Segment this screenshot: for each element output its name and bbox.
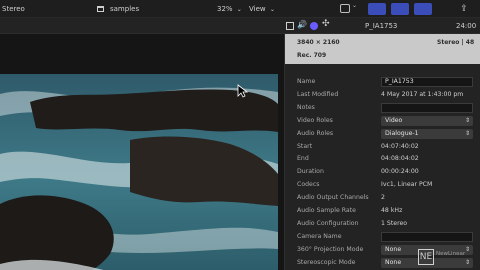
inspector-row-value: 04:07:40:02	[381, 142, 419, 150]
inspector-row: Audio Sample Rate 48 kHz	[285, 205, 480, 217]
inspector-row-label: 360° Projection Mode	[297, 245, 364, 253]
inspector-field-value: P_IA1753	[385, 78, 414, 85]
inspector-row-value: 4 May 2017 at 1:43:00 pm	[381, 90, 464, 98]
inspector-row-value: 00:00:24:00	[381, 168, 419, 176]
top-bar: Stereo samples 32% ⌄ View ⌄ ⌄ ⇪	[0, 0, 480, 18]
inspector-row: Duration 00:00:24:00	[285, 166, 480, 178]
inspector-row: Audio Configuration 1 Stereo	[285, 218, 480, 230]
inspector-row-label: Stereoscopic Mode	[297, 258, 356, 266]
audio-format: Stereo | 48	[437, 39, 475, 46]
viewer[interactable]	[0, 34, 284, 270]
inspector-row-label: Name	[297, 78, 316, 85]
inspector-row: Last Modified 4 May 2017 at 1:43:00 pm	[285, 89, 480, 101]
inspector-popup-value: None	[385, 245, 402, 253]
share-icon[interactable]: ⇪	[457, 4, 471, 14]
color-space: Rec. 709	[297, 52, 327, 59]
inspector-row-label: Video Roles	[297, 116, 333, 124]
library-icon	[97, 6, 104, 12]
zoom-value: 32%	[217, 5, 233, 13]
audio-icon[interactable]: 🔊	[297, 20, 307, 29]
inspector-row-value: 1 Stereo	[381, 219, 408, 227]
inspector-row: End 04:08:04:02	[285, 153, 480, 165]
inspector-row-label: Codecs	[297, 181, 320, 189]
inspector-row: Audio Output Channels 2	[285, 192, 480, 204]
inspector-popup-menu[interactable]: Dialogue-1 ⇕	[381, 128, 473, 139]
chevron-down-icon: ⌄	[236, 6, 242, 13]
timeline-toggle[interactable]	[391, 3, 409, 15]
resolution: 3840 × 2160	[297, 39, 340, 46]
library-name[interactable]: samples	[110, 0, 139, 18]
chevron-updown-icon: ⇕	[464, 129, 470, 137]
video-frame	[0, 74, 278, 270]
inspector-row-label: Notes	[297, 103, 315, 111]
clip-name: P_IA1753	[365, 22, 398, 30]
timecode: 24:00	[456, 22, 477, 30]
inspector-row-value: Ivc1, Linear PCM	[381, 181, 433, 189]
inspector-row-label: Start	[297, 142, 313, 150]
inspector-toggle[interactable]	[414, 3, 432, 15]
inspector-row-label: Audio Sample Rate	[297, 207, 356, 214]
chevron-down-icon: ⌄	[352, 2, 358, 9]
view-label: View	[249, 5, 266, 13]
inspector-row-label: Audio Configuration	[297, 219, 359, 227]
chevron-updown-icon: ⇕	[464, 116, 470, 124]
watermark-logo: NE NewLinear	[418, 248, 478, 268]
inspector-text-field[interactable]	[381, 231, 473, 242]
watermark-word: NewLinear	[436, 251, 466, 257]
inspector-popup-value: None	[385, 258, 402, 266]
film-icon[interactable]	[286, 22, 294, 30]
inspector-row-value: 2	[381, 194, 385, 202]
inspector-row-label: Audio Roles	[297, 129, 334, 137]
inspector-row: Notes	[285, 102, 480, 114]
browser-toggle[interactable]	[368, 3, 386, 15]
inspector-text-field[interactable]	[381, 102, 473, 113]
inspector-text-field[interactable]: P_IA1753	[381, 77, 473, 87]
keyword-icon[interactable]	[340, 4, 350, 13]
chevron-down-icon: ⌄	[269, 6, 275, 13]
mouse-pointer-icon	[237, 84, 249, 98]
clip-info-header: 3840 × 2160 Stereo | 48 Rec. 709	[285, 34, 480, 64]
inspector-row: Name P_IA1753	[285, 76, 480, 88]
zoom-menu[interactable]: 32% ⌄	[217, 0, 242, 18]
inspector-row-value: 04:08:04:02	[381, 155, 419, 163]
inspector-panel: 3840 × 2160 Stereo | 48 Rec. 709 Name P_I…	[284, 34, 480, 270]
color-icon[interactable]	[310, 22, 318, 30]
inspector-popup-value: Dialogue-1	[385, 129, 419, 137]
inspector-row: Start 04:07:40:02	[285, 141, 480, 153]
transform-icon[interactable]: ✣	[322, 19, 330, 29]
inspector-row: Audio Roles Dialogue-1 ⇕	[285, 128, 480, 140]
inspector-row: Camera Name	[285, 231, 480, 243]
inspector-row-label: Duration	[297, 168, 324, 176]
stereo-label: Stereo	[2, 5, 25, 13]
inspector-row-label: Camera Name	[297, 232, 342, 240]
inspector-row-label: Last Modified	[297, 90, 339, 98]
view-menu[interactable]: View ⌄	[249, 0, 275, 18]
inspector-popup-menu[interactable]: Video ⇕	[381, 115, 473, 126]
watermark-badge: NE	[418, 249, 434, 265]
viewer-toolbar: 🔊 ✣ P_IA1753 24:00	[0, 18, 480, 34]
inspector-row-value: 48 kHz	[381, 207, 403, 214]
inspector-row-label: End	[297, 155, 309, 163]
inspector-row: Codecs Ivc1, Linear PCM	[285, 179, 480, 191]
inspector-row: Video Roles Video ⇕	[285, 115, 480, 127]
inspector-popup-value: Video	[385, 116, 403, 124]
inspector-row-label: Audio Output Channels	[297, 194, 369, 202]
ocean-rocks-image	[0, 74, 278, 270]
